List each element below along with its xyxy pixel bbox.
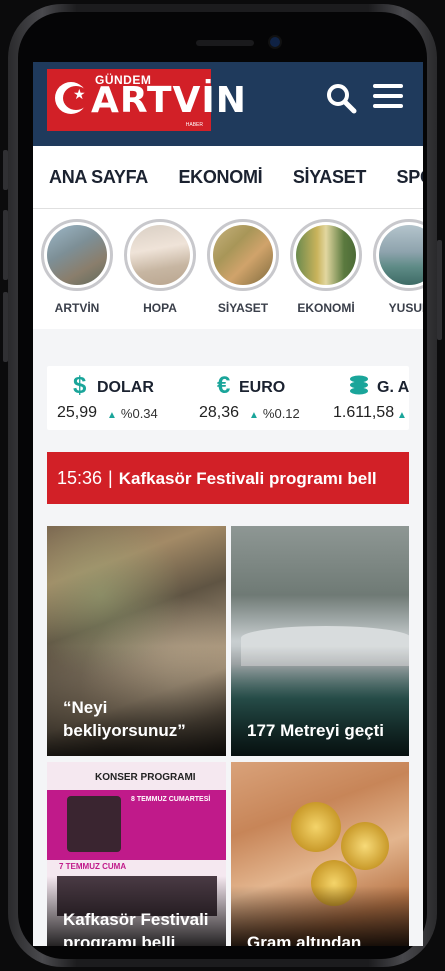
news-card[interactable]: “Neyi bekliyorsunuz” (47, 526, 226, 756)
story-avatar (290, 219, 362, 291)
story-label: HOPA (124, 301, 196, 315)
news-caption: “Neyi bekliyorsunuz” (63, 696, 216, 742)
search-icon (325, 82, 357, 114)
phone-side-button (3, 150, 8, 190)
story-item-siyaset[interactable]: SİYASET (207, 219, 279, 315)
site-logo[interactable]: ★ GÜNDEM ARTVİN HABER (47, 69, 211, 131)
story-avatar (373, 219, 423, 291)
currency-change: ▲ (397, 406, 409, 421)
currency-item-dolar[interactable]: $ DOLAR 25,99 ▲ %0.34 (47, 366, 187, 430)
story-bar: ARTVİN HOPA SİYASET EKONOMİ YUSUF (33, 209, 423, 329)
star-icon: ★ (73, 87, 86, 101)
news-card[interactable]: 177 Metreyi geçti (231, 526, 409, 756)
news-card[interactable]: Gram altından (231, 762, 409, 946)
up-arrow-icon: ▲ (397, 410, 407, 421)
ticker-separator: | (108, 468, 113, 488)
currency-name: G. A (377, 379, 409, 397)
app-screen: ★ GÜNDEM ARTVİN HABER ANA SAYFA EKONOMİ … (33, 62, 423, 946)
currency-change-value: %0.12 (263, 406, 300, 421)
currency-bar: $ DOLAR 25,99 ▲ %0.34 € EURO 28,36 ▲ %0.12… (47, 366, 409, 430)
phone-speaker (196, 40, 254, 46)
story-item-yusuf[interactable]: YUSUF (373, 219, 423, 315)
up-arrow-icon: ▲ (249, 410, 259, 421)
ticker-headline: Kafkasör Festivali programı bell (119, 469, 377, 488)
story-label: ARTVİN (41, 301, 113, 315)
story-label: YUSUF (373, 301, 423, 315)
up-arrow-icon: ▲ (107, 410, 117, 421)
story-avatar (207, 219, 279, 291)
story-avatar (41, 219, 113, 291)
story-item-ekonomi[interactable]: EKONOMİ (290, 219, 362, 315)
currency-value: 28,36 (199, 404, 239, 422)
breaking-news-ticker[interactable]: 15:36 | Kafkasör Festivali programı bell (47, 452, 409, 504)
logo-main-text: ARTVİN (91, 83, 247, 119)
dollar-icon: $ (73, 372, 86, 400)
phone-power-button (437, 240, 442, 340)
euro-icon: € (217, 372, 230, 400)
hamburger-icon (373, 84, 403, 108)
poster-title: KONSER PROGRAMI (95, 772, 196, 783)
story-item-artvin[interactable]: ARTVİN (41, 219, 113, 315)
story-label: SİYASET (207, 301, 279, 315)
front-camera (270, 37, 280, 47)
site-header: ★ GÜNDEM ARTVİN HABER (33, 62, 423, 146)
story-label: EKONOMİ (290, 301, 362, 315)
currency-value: 25,99 (57, 404, 97, 422)
nav-item-spor[interactable]: SPOR (397, 146, 423, 208)
phone-volume-down (3, 292, 8, 362)
currency-value: 1.611,58 (333, 404, 394, 422)
category-nav: ANA SAYFA EKONOMİ SİYASET SPOR (33, 146, 423, 209)
nav-item-ana-sayfa[interactable]: ANA SAYFA (49, 146, 148, 208)
currency-change: ▲ %0.34 (107, 406, 158, 421)
nav-item-siyaset[interactable]: SİYASET (293, 146, 366, 208)
logo-sub-text: HABER (186, 122, 203, 128)
news-caption: 177 Metreyi geçti (247, 719, 399, 742)
nav-item-ekonomi[interactable]: EKONOMİ (178, 146, 262, 208)
currency-change: ▲ %0.12 (249, 406, 300, 421)
gold-coin-image (291, 802, 341, 852)
story-avatar (124, 219, 196, 291)
gold-coins-icon (347, 374, 371, 398)
ticker-time: 15:36 (57, 468, 102, 488)
poster-day2: 7 TEMMUZ CUMA (59, 862, 126, 871)
gold-coin-image (341, 822, 389, 870)
currency-item-gram-altin[interactable]: G. A 1.611,58 ▲ (333, 366, 409, 430)
news-card[interactable]: KONSER PROGRAMI 8 TEMMUZ CUMARTESİ 7 TEM… (47, 762, 226, 946)
currency-name: DOLAR (97, 379, 154, 397)
story-item-hopa[interactable]: HOPA (124, 219, 196, 315)
poster-day1: 8 TEMMUZ CUMARTESİ (131, 796, 210, 803)
news-caption: Kafkasör Festivali programı belli (63, 908, 216, 946)
currency-item-euro[interactable]: € EURO 28,36 ▲ %0.12 (187, 366, 327, 430)
currency-change-value: %0.34 (121, 406, 158, 421)
currency-name: EURO (239, 379, 285, 397)
news-caption: Gram altından (247, 931, 399, 946)
search-button[interactable] (325, 82, 357, 114)
phone-volume-up (3, 210, 8, 280)
poster-photo (67, 796, 121, 852)
menu-button[interactable] (373, 84, 403, 112)
